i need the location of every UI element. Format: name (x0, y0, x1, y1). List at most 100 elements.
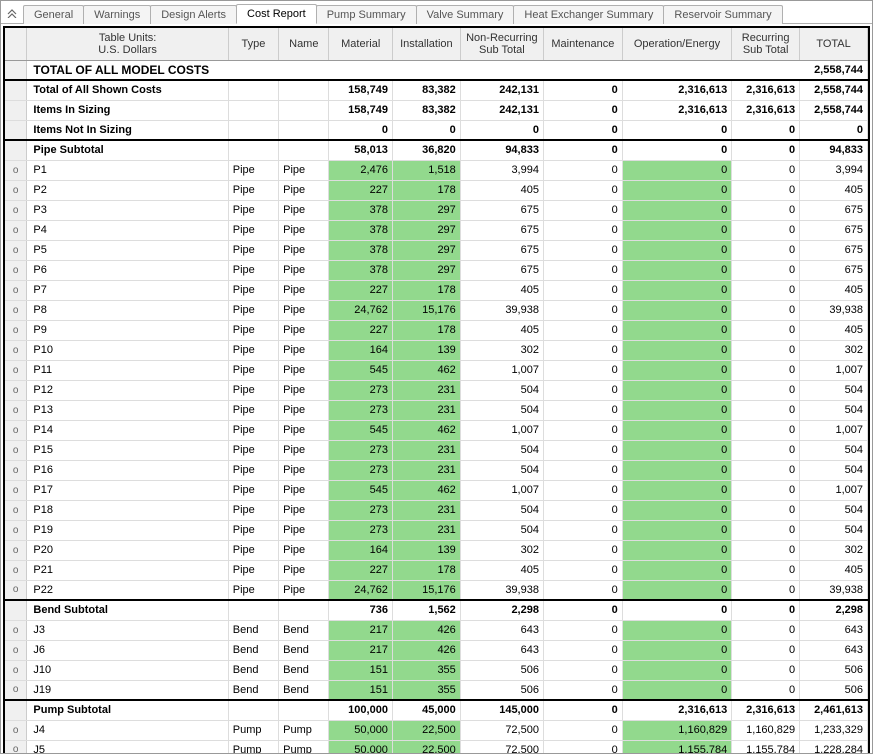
cell-nonrecurring-subtotal[interactable]: 405 (460, 180, 543, 200)
cell-operation-energy[interactable]: 0 (622, 500, 731, 520)
cell-recurring-subtotal[interactable]: 0 (732, 680, 800, 700)
cell-name[interactable]: Pump (279, 740, 329, 753)
cell-operation-energy[interactable]: 0 (622, 160, 731, 180)
cell-maintenance[interactable]: 0 (543, 120, 622, 140)
subtotal-label[interactable]: Pump Subtotal (27, 700, 228, 720)
cell-nonrecurring-subtotal[interactable]: 504 (460, 500, 543, 520)
cell-total[interactable]: 643 (800, 640, 868, 660)
cell-material[interactable]: 273 (329, 460, 392, 480)
cell-maintenance[interactable]: 0 (543, 500, 622, 520)
cell-material[interactable]: 545 (329, 480, 392, 500)
cell-name[interactable]: Pipe (279, 300, 329, 320)
cell-maintenance[interactable]: 0 (543, 420, 622, 440)
cell-type[interactable]: Bend (228, 680, 278, 700)
cell-total[interactable]: 2,558,744 (800, 100, 868, 120)
cell-name[interactable]: Pipe (279, 520, 329, 540)
cell-installation[interactable]: 231 (392, 520, 460, 540)
cell-operation-energy[interactable]: 1,155,784 (622, 740, 731, 753)
cell-recurring-subtotal[interactable]: 0 (732, 640, 800, 660)
row-label[interactable]: P20 (27, 540, 228, 560)
row-marker[interactable]: o (5, 740, 27, 753)
cell-type[interactable]: Pipe (228, 520, 278, 540)
row-label[interactable]: P2 (27, 180, 228, 200)
cell-type[interactable]: Pipe (228, 180, 278, 200)
cell-recurring-subtotal[interactable]: 0 (732, 600, 800, 620)
row-marker[interactable] (5, 60, 27, 80)
cell-nonrecurring-subtotal[interactable]: 504 (460, 520, 543, 540)
row-label[interactable]: P15 (27, 440, 228, 460)
row-label[interactable]: P13 (27, 400, 228, 420)
cell-name[interactable]: Pipe (279, 560, 329, 580)
cell-total[interactable]: 504 (800, 440, 868, 460)
cell-recurring-subtotal[interactable]: 0 (732, 520, 800, 540)
cell-nonrecurring-subtotal[interactable]: 302 (460, 540, 543, 560)
cell-total[interactable]: 675 (800, 240, 868, 260)
cell-installation[interactable]: 231 (392, 380, 460, 400)
cell-recurring-subtotal[interactable]: 0 (732, 180, 800, 200)
col-maintenance[interactable]: Maintenance (543, 28, 622, 60)
row-label[interactable]: P18 (27, 500, 228, 520)
cell-operation-energy[interactable]: 0 (622, 420, 731, 440)
cell-installation[interactable]: 426 (392, 620, 460, 640)
cell-maintenance[interactable]: 0 (543, 360, 622, 380)
cell-material[interactable]: 273 (329, 380, 392, 400)
col-total[interactable]: TOTAL (800, 28, 868, 60)
row-label[interactable]: Items Not In Sizing (27, 120, 228, 140)
cell-type[interactable] (228, 140, 278, 160)
cell-nonrecurring-subtotal[interactable]: 405 (460, 560, 543, 580)
row-label[interactable]: J19 (27, 680, 228, 700)
cell-recurring-subtotal[interactable]: 0 (732, 280, 800, 300)
cell-nonrecurring-subtotal[interactable]: 242,131 (460, 100, 543, 120)
cell-material[interactable]: 217 (329, 640, 392, 660)
cell-material[interactable]: 545 (329, 420, 392, 440)
cell-maintenance[interactable]: 0 (543, 220, 622, 240)
cell-total[interactable]: 2,461,613 (800, 700, 868, 720)
cell-installation[interactable]: 22,500 (392, 740, 460, 753)
cell-installation[interactable]: 231 (392, 460, 460, 480)
cell-name[interactable]: Pipe (279, 200, 329, 220)
cell-operation-energy[interactable]: 0 (622, 340, 731, 360)
cell-name[interactable]: Pipe (279, 280, 329, 300)
cell-nonrecurring-subtotal[interactable]: 675 (460, 200, 543, 220)
cell-operation-energy[interactable]: 0 (622, 240, 731, 260)
cell-total[interactable]: 302 (800, 340, 868, 360)
row-label[interactable]: P16 (27, 460, 228, 480)
row-label[interactable]: P1 (27, 160, 228, 180)
cell-maintenance[interactable]: 0 (543, 700, 622, 720)
cell-type[interactable]: Pipe (228, 560, 278, 580)
cell-total[interactable]: 675 (800, 260, 868, 280)
cell-operation-energy[interactable]: 2,316,613 (622, 100, 731, 120)
cell-recurring-subtotal[interactable]: 0 (732, 200, 800, 220)
cell-name[interactable]: Pipe (279, 320, 329, 340)
cell-total[interactable]: 675 (800, 200, 868, 220)
cell-maintenance[interactable]: 0 (543, 460, 622, 480)
row-marker[interactable]: o (5, 540, 27, 560)
cell-material[interactable]: 217 (329, 620, 392, 640)
expand-collapse-icon[interactable] (3, 3, 21, 23)
cell-nonrecurring-subtotal[interactable]: 506 (460, 660, 543, 680)
cell-maintenance[interactable]: 0 (543, 320, 622, 340)
cell-maintenance[interactable]: 0 (543, 520, 622, 540)
cell-nonrecurring-subtotal[interactable]: 506 (460, 680, 543, 700)
row-label[interactable]: P9 (27, 320, 228, 340)
cell-operation-energy[interactable]: 0 (622, 580, 731, 600)
cell-type[interactable]: Pipe (228, 400, 278, 420)
cell-operation-energy[interactable]: 0 (622, 520, 731, 540)
grand-total-value[interactable]: 2,558,744 (800, 60, 868, 80)
cell-maintenance[interactable]: 0 (543, 240, 622, 260)
cell-installation[interactable]: 231 (392, 500, 460, 520)
row-marker[interactable]: o (5, 200, 27, 220)
row-marker[interactable]: o (5, 640, 27, 660)
row-marker[interactable]: o (5, 620, 27, 640)
tab-valve-summary[interactable]: Valve Summary (416, 5, 515, 24)
cell-maintenance[interactable]: 0 (543, 280, 622, 300)
cell-total[interactable]: 504 (800, 460, 868, 480)
row-label[interactable]: P7 (27, 280, 228, 300)
cell-type[interactable]: Pipe (228, 580, 278, 600)
cell-total[interactable]: 643 (800, 620, 868, 640)
cell-material[interactable]: 378 (329, 220, 392, 240)
cell-installation[interactable]: 462 (392, 480, 460, 500)
cell-maintenance[interactable]: 0 (543, 720, 622, 740)
row-marker[interactable]: o (5, 480, 27, 500)
tab-cost-report[interactable]: Cost Report (236, 4, 317, 24)
